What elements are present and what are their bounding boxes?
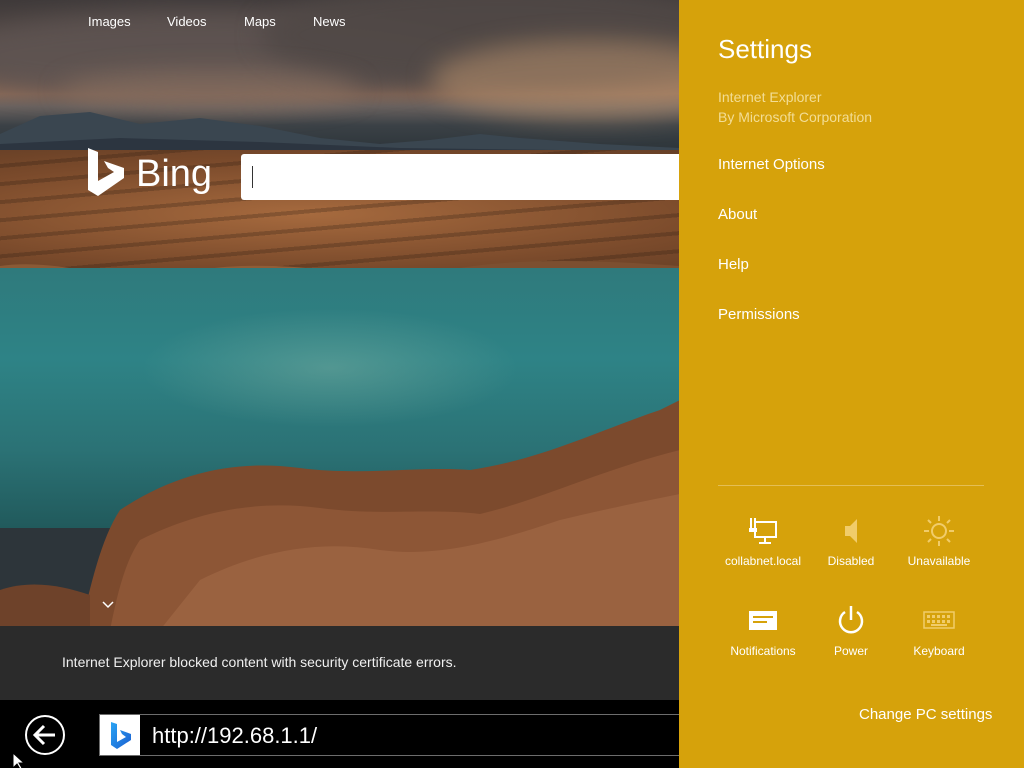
brightness-label: Unavailable [907, 554, 971, 568]
address-bar: http://192.68.1.1/ [0, 700, 689, 768]
search-input[interactable] [241, 154, 681, 200]
keyboard-icon [923, 611, 955, 629]
volume-label: Disabled [827, 554, 875, 568]
url-field[interactable]: http://192.68.1.1/ [99, 714, 689, 756]
volume-tile[interactable]: Disabled [807, 514, 895, 584]
change-pc-settings-link[interactable]: Change PC settings [859, 706, 992, 723]
power-tile[interactable]: Power [807, 604, 895, 674]
app-name: Internet Explorer [718, 89, 822, 105]
notifications-tile[interactable]: Notifications [719, 604, 807, 674]
bing-logo-icon[interactable] [88, 148, 128, 198]
menu-item-permissions[interactable]: Permissions [718, 306, 800, 323]
settings-title: Settings [718, 34, 812, 64]
url-text: http://192.68.1.1/ [152, 723, 318, 748]
infobar-message: Internet Explorer blocked content with s… [62, 654, 457, 670]
nav-link-news[interactable]: News [313, 14, 346, 29]
power-label: Power [833, 644, 868, 658]
keyboard-label: Keyboard [913, 644, 965, 658]
nav-link-videos[interactable]: Videos [167, 14, 207, 29]
volume-icon [845, 519, 857, 543]
settings-charm-panel: Settings Internet Explorer By Microsoft … [679, 0, 1024, 768]
security-infobar: Internet Explorer blocked content with s… [0, 626, 680, 700]
nav-link-images[interactable]: Images [88, 14, 131, 29]
keyboard-tile[interactable]: Keyboard [895, 604, 983, 674]
nav-link-maps[interactable]: Maps [244, 14, 276, 29]
network-icon [749, 518, 777, 544]
chevron-down-icon[interactable] [100, 598, 116, 612]
network-label: collabnet.local [724, 554, 802, 568]
menu-item-about[interactable]: About [718, 206, 757, 223]
power-icon [838, 606, 864, 634]
app-publisher: By Microsoft Corporation [718, 109, 873, 125]
back-arrow-icon [32, 724, 55, 746]
app-info: Internet Explorer By Microsoft Corporati… [718, 87, 872, 127]
divider [718, 485, 984, 486]
text-caret [252, 166, 253, 188]
menu-item-internet-options[interactable]: Internet Options [718, 156, 825, 173]
network-tile[interactable]: collabnet.local [719, 514, 807, 584]
notifications-icon [749, 611, 777, 630]
back-button[interactable] [25, 715, 65, 755]
mouse-cursor-icon [12, 752, 26, 768]
brightness-tile[interactable]: Unavailable [895, 514, 983, 584]
menu-item-help[interactable]: Help [718, 256, 749, 273]
bing-logo-text[interactable]: Bing [136, 152, 212, 196]
brightness-icon [924, 516, 954, 546]
bing-favicon-icon [100, 715, 140, 755]
notifications-label: Notifications [730, 644, 796, 658]
